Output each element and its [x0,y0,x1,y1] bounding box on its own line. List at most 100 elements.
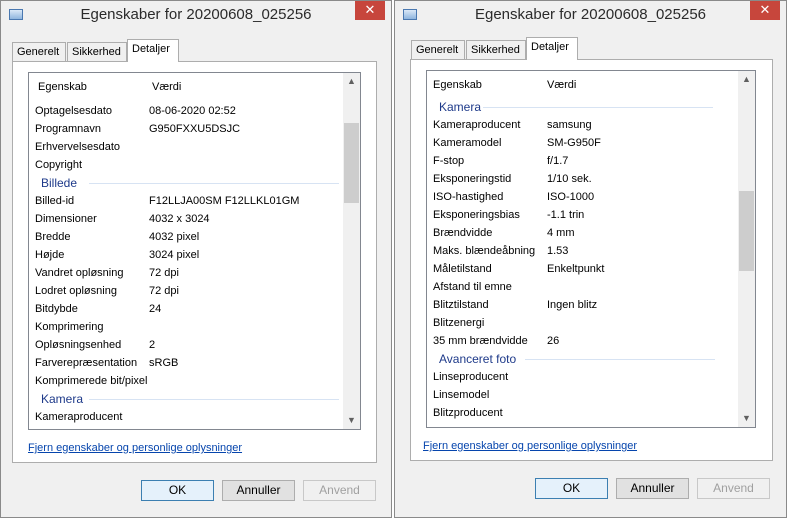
group-label: Avanceret foto [439,352,517,366]
tab-security[interactable]: Sikkerhed [466,40,526,59]
remove-properties-link[interactable]: Fjern egenskaber og personlige oplysning… [28,442,242,454]
vertical-scrollbar[interactable]: ▲ ▼ [738,71,755,427]
column-property[interactable]: Egenskab [433,79,482,91]
list-item[interactable]: Blitztilstand Ingen blitz [427,296,740,314]
property-name: Billed-id [35,195,75,207]
group-header-camera[interactable]: Kamera [427,98,740,116]
property-value: ISO-1000 [547,191,595,203]
properties-window-left: Egenskaber for 20200608_025256 ✕ Generel… [0,0,392,518]
list-item[interactable]: Blitzproducent [427,404,740,422]
column-value[interactable]: Værdi [152,81,181,93]
list-item[interactable]: Vandret opløsning 72 dpi [29,264,345,282]
scroll-thumb[interactable] [344,123,359,203]
list-item[interactable]: Afstand til emne [427,278,740,296]
scroll-thumb[interactable] [739,191,754,271]
rows: Optagelsesdato 08-06-2020 02:52 Programna… [29,102,345,426]
property-value: 1/10 sek. [547,173,592,185]
property-name: Linseproducent [433,371,509,383]
list-item[interactable]: Erhvervelsesdato [29,138,345,156]
property-list[interactable]: Egenskab Værdi Kamera Kameraproducent sam… [426,70,756,428]
list-item[interactable]: Linsemodel [427,386,740,404]
list-item[interactable]: Kameraproducent [29,408,345,426]
tab-details[interactable]: Detaljer [526,37,578,60]
scroll-up-icon[interactable]: ▲ [738,71,755,88]
list-item[interactable]: Farverepræsentation sRGB [29,354,345,372]
list-item[interactable]: ISO-hastighed ISO-1000 [427,188,740,206]
property-name: F-stop [433,155,465,167]
list-item[interactable]: Opløsningsenhed 2 [29,336,345,354]
list-item[interactable]: Maks. blændeåbning 1.53 [427,242,740,260]
property-value: 4 mm [547,227,575,239]
list-item[interactable]: Eksponeringstid 1/10 sek. [427,170,740,188]
apply-button[interactable]: Anvend [303,480,376,501]
list-item[interactable]: Billed-id F12LLJA00SM F12LLKL01GM [29,192,345,210]
list-item[interactable]: Komprimering [29,318,345,336]
list-item[interactable]: Bitdybde 24 [29,300,345,318]
cancel-button[interactable]: Annuller [616,478,689,499]
title-bar[interactable]: Egenskaber for 20200608_025256 ✕ [395,1,786,31]
list-item[interactable]: Kameraproducent samsung [427,116,740,134]
list-item[interactable]: Linseproducent [427,368,740,386]
list-item[interactable]: Eksponeringsbias -1.1 trin [427,206,740,224]
list-item[interactable]: F-stop f/1.7 [427,152,740,170]
property-value: 2 [149,339,156,351]
group-divider [89,183,339,184]
ok-button[interactable]: OK [141,480,214,501]
property-value: 26 [547,335,560,347]
property-name: Kameraproducent [433,119,521,131]
remove-properties-link[interactable]: Fjern egenskaber og personlige oplysning… [423,440,637,452]
scroll-down-icon[interactable]: ▼ [343,412,360,429]
apply-button[interactable]: Anvend [697,478,770,499]
list-item[interactable]: Programnavn G950FXXU5DSJC [29,120,345,138]
ok-button[interactable]: OK [535,478,608,499]
scroll-down-icon[interactable]: ▼ [738,410,755,427]
tab-general[interactable]: Generelt [12,42,66,61]
property-value: samsung [547,119,592,131]
property-name: Lodret opløsning [35,285,117,297]
title-bar[interactable]: Egenskaber for 20200608_025256 ✕ [1,1,391,31]
list-item[interactable]: Komprimerede bit/pixel [29,372,345,390]
details-panel: Egenskab Værdi Optagelsesdato 08-06-2020 … [12,61,377,463]
group-header-image[interactable]: Billede [29,174,345,192]
column-header: Egenskab Værdi [29,73,345,100]
tab-general[interactable]: Generelt [411,40,465,59]
cancel-button[interactable]: Annuller [222,480,295,501]
close-button[interactable]: ✕ [750,1,780,20]
scroll-up-icon[interactable]: ▲ [343,73,360,90]
list-item[interactable]: Brændvidde 4 mm [427,224,740,242]
tab-security[interactable]: Sikkerhed [67,42,127,61]
vertical-scrollbar[interactable]: ▲ ▼ [343,73,360,429]
property-value: -1.1 trin [547,209,585,221]
property-name: Blitzproducent [433,407,503,419]
property-value: Ingen blitz [547,299,598,311]
list-item[interactable]: Måletilstand Enkeltpunkt [427,260,740,278]
property-value: sRGB [149,357,179,369]
tab-details[interactable]: Detaljer [127,39,179,62]
column-property[interactable]: Egenskab [38,81,87,93]
close-button[interactable]: ✕ [355,1,385,20]
property-name: Eksponeringsbias [433,209,520,221]
list-item[interactable]: Blitzenergi [427,314,740,332]
column-header: Egenskab Værdi [427,71,740,98]
property-list[interactable]: Egenskab Værdi Optagelsesdato 08-06-2020 … [28,72,361,430]
property-name: Komprimering [35,321,104,333]
group-header-camera[interactable]: Kamera [29,390,345,408]
list-item[interactable]: Højde 3024 pixel [29,246,345,264]
property-name: Komprimerede bit/pixel [35,375,148,387]
details-panel: Egenskab Værdi Kamera Kameraproducent sam… [410,59,773,461]
property-name: Linsemodel [433,389,490,401]
column-value[interactable]: Værdi [547,79,576,91]
list-item[interactable]: Copyright [29,156,345,174]
list-item[interactable]: 35 mm brændvidde 26 [427,332,740,350]
group-header-advanced-photo[interactable]: Avanceret foto [427,350,740,368]
property-value: 1.53 [547,245,569,257]
list-item[interactable]: Optagelsesdato 08-06-2020 02:52 [29,102,345,120]
property-name: ISO-hastighed [433,191,504,203]
list-item[interactable]: Lodret opløsning 72 dpi [29,282,345,300]
property-value: 08-06-2020 02:52 [149,105,236,117]
property-value: 3024 pixel [149,249,200,261]
list-item[interactable]: Bredde 4032 pixel [29,228,345,246]
list-item[interactable]: Kameramodel SM-G950F [427,134,740,152]
property-name: Bredde [35,231,71,243]
list-item[interactable]: Dimensioner 4032 x 3024 [29,210,345,228]
